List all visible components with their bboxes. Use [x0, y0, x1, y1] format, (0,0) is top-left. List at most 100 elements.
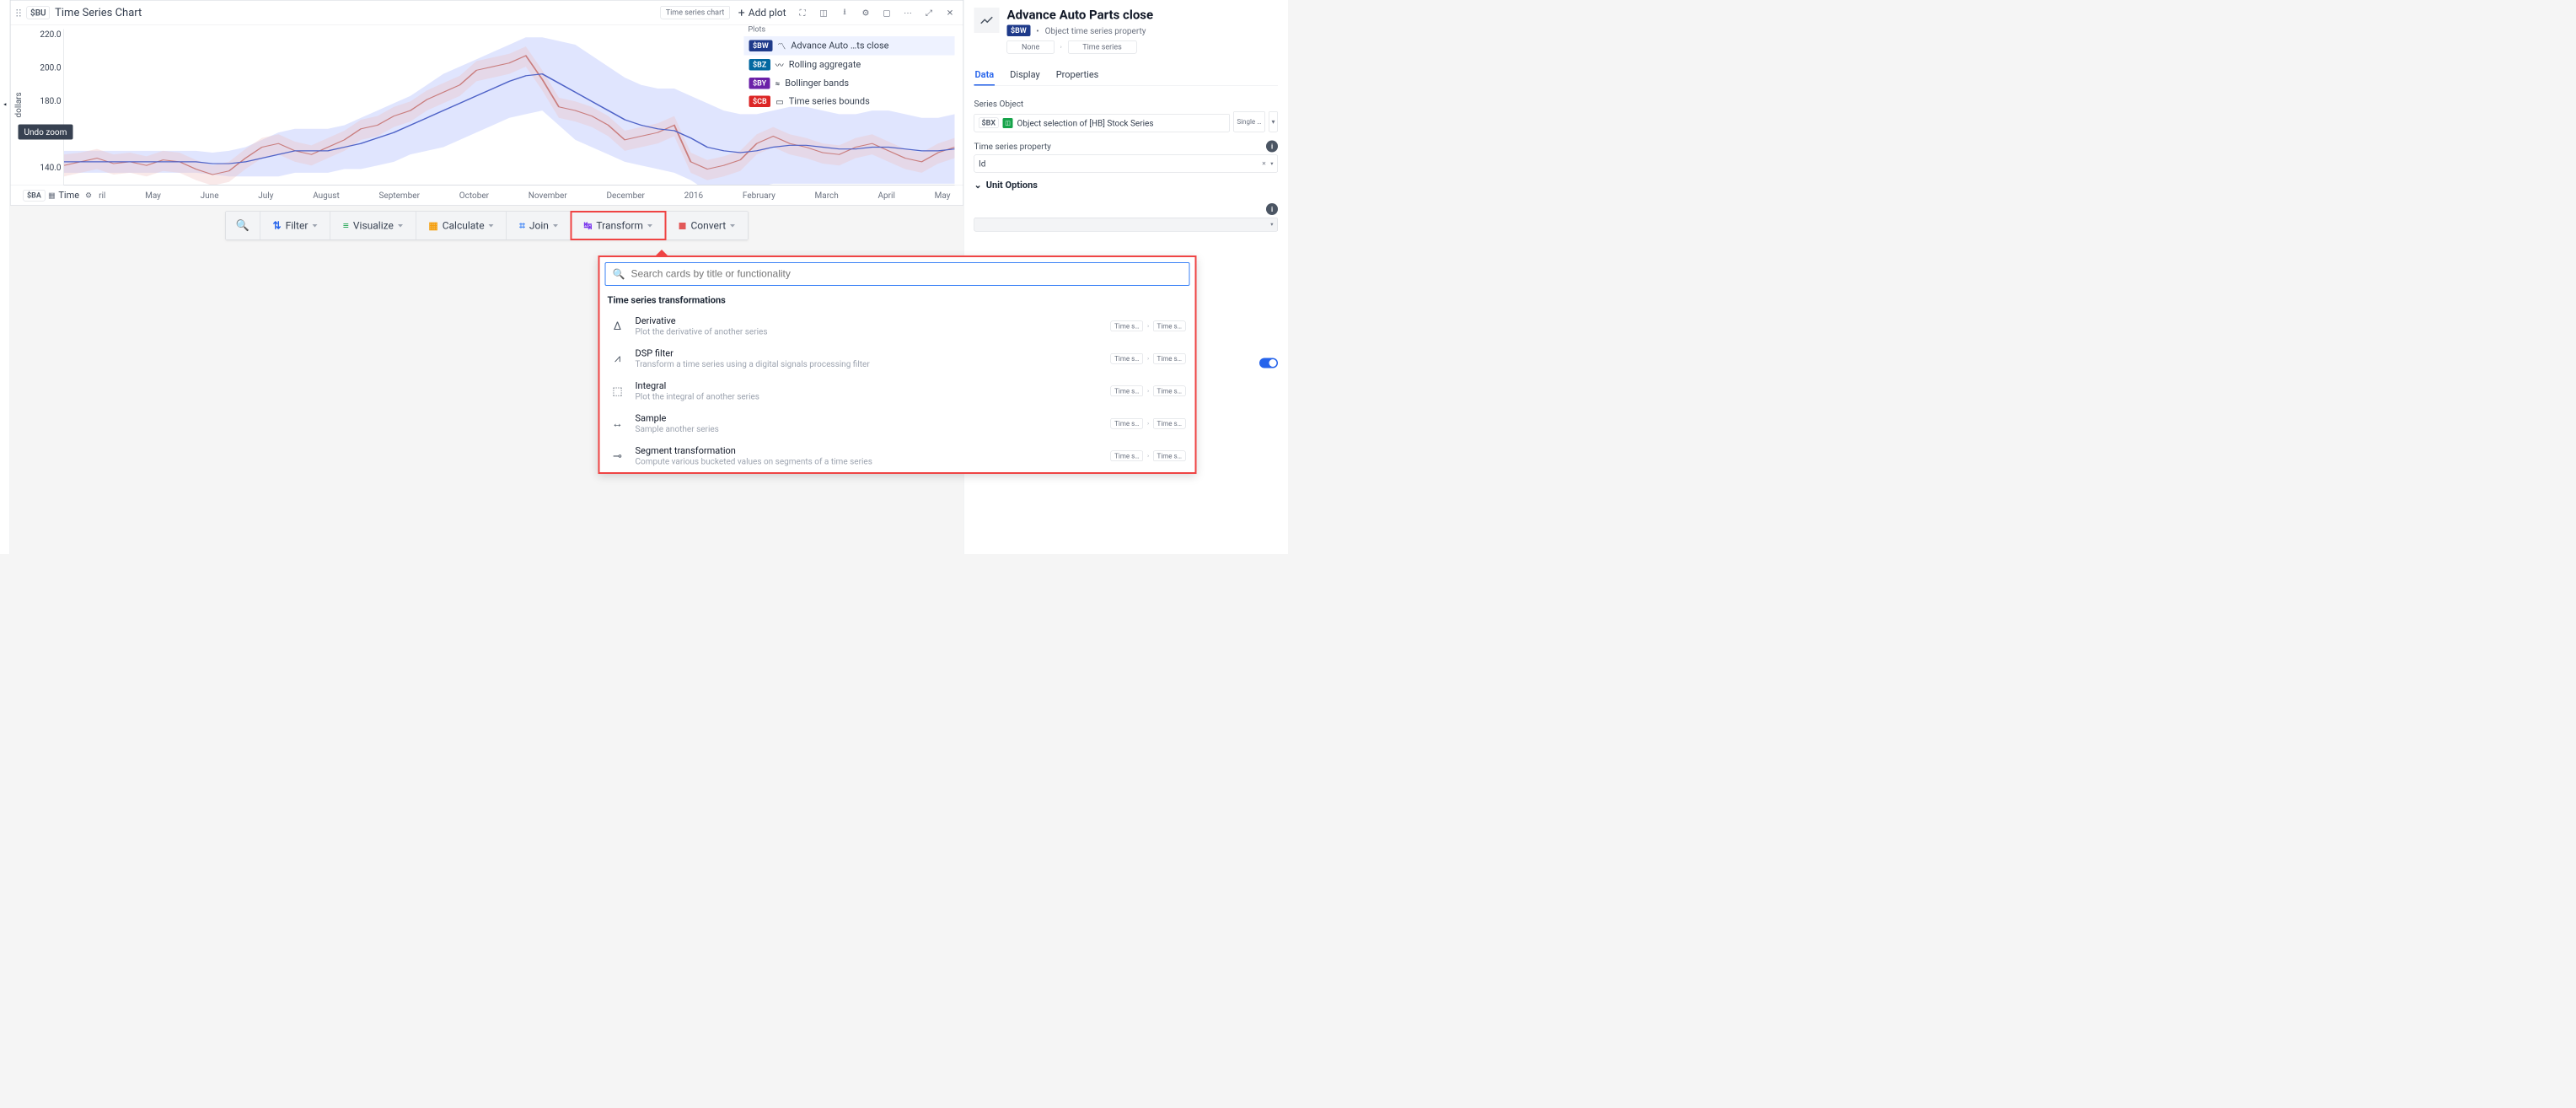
legend-var-tag: $BY	[749, 78, 770, 89]
unit-options-label: Unit Options	[986, 180, 1038, 191]
x-tick: February	[743, 191, 775, 201]
transform-option[interactable]: ⬚ Integral Plot the integral of another …	[600, 375, 1195, 408]
filter-icon: ⇅	[273, 220, 282, 232]
toolbar-label: Calculate	[443, 220, 485, 232]
legend-row[interactable]: $BZ 〰 Rolling aggregate	[744, 56, 955, 75]
x-tick: June	[201, 191, 219, 201]
plus-icon: +	[738, 6, 745, 20]
chevron-down-icon[interactable]: ▾	[1270, 160, 1273, 167]
unit-options-row[interactable]: ⌄ Unit Options	[974, 180, 1279, 191]
x-tick: August	[313, 191, 340, 201]
panel-var-tag[interactable]: $BU	[27, 6, 51, 19]
legend-label: Rolling aggregate	[789, 60, 861, 71]
rp-title: Advance Auto Parts close	[1007, 8, 1279, 23]
y-axis-label: dollars	[11, 25, 26, 186]
transform-option[interactable]: Δ Derivative Plot the derivative of anot…	[600, 310, 1195, 343]
x-tick: ril	[99, 191, 105, 201]
legend-row[interactable]: $CB ▭ Time series bounds	[744, 93, 955, 111]
toolbar-label: Convert	[690, 220, 726, 232]
toggle-switch[interactable]	[1259, 358, 1278, 368]
chevron-down-icon[interactable]: ▾	[1270, 222, 1273, 229]
transform-icon: ↔	[609, 417, 626, 431]
plots-legend: Plots $BW 〽 Advance Auto …ts close$BZ 〰 …	[744, 23, 955, 111]
action-toolbar: 🔍 ⇅ Filter ≡ Visualize ▦ Calculate ⌗ Joi…	[225, 212, 748, 240]
download-icon[interactable]: ⭳	[837, 4, 853, 20]
rp-tab-properties[interactable]: Properties	[1055, 66, 1100, 86]
io-tag: Time s…	[1153, 451, 1185, 462]
transform-title: DSP filter	[636, 348, 1102, 359]
transform-icon: ⊸	[609, 449, 626, 462]
add-plot-button[interactable]: + Add plot	[735, 4, 790, 22]
tsprop-field[interactable]: Id ✕ ▾	[974, 155, 1279, 173]
io-tag: Time s…	[1111, 386, 1143, 397]
rp-var-tag[interactable]: $BW	[1007, 25, 1031, 37]
rp-tab-display[interactable]: Display	[1009, 66, 1041, 86]
transform-desc: Plot the derivative of another series	[636, 326, 1102, 336]
toolbar-transform-button[interactable]: ↹ Transform	[571, 212, 665, 239]
pill-timeseries[interactable]: Time series	[1068, 40, 1137, 54]
transform-option[interactable]: ⩘ DSP filter Transform a time series usi…	[600, 342, 1195, 375]
io-tag: Time s…	[1111, 353, 1143, 364]
left-collapse-handle[interactable]: ◂	[0, 0, 10, 554]
transform-icon: Δ	[609, 320, 626, 332]
info-icon[interactable]: i	[1266, 203, 1278, 215]
calendar-icon[interactable]: ▦	[45, 187, 58, 203]
series-object-field[interactable]: $BX ◫ Object selection of [HB] Stock Ser…	[974, 114, 1230, 132]
clear-icon[interactable]: ✕	[1262, 160, 1266, 167]
toolbar-convert-button[interactable]: ≣ Convert	[665, 212, 748, 239]
toolbar-join-button[interactable]: ⌗ Join	[507, 212, 571, 239]
transform-title: Integral	[636, 381, 1102, 392]
chevron-right-icon: ›	[1147, 421, 1149, 428]
x-tick: May	[935, 191, 951, 201]
io-tag: Time s…	[1153, 321, 1185, 332]
collapsed-field[interactable]: ▾	[974, 218, 1279, 232]
toolbar-visualize-button[interactable]: ≡ Visualize	[330, 212, 416, 239]
transform-icon: ⩘	[609, 352, 626, 366]
io-tag: Time s…	[1153, 418, 1185, 429]
x-tick: December	[606, 191, 644, 201]
toolbar-calculate-button[interactable]: ▦ Calculate	[416, 212, 507, 239]
io-tag: Time s…	[1111, 321, 1143, 332]
gear-icon[interactable]: ⚙	[858, 4, 874, 20]
undo-zoom-tooltip: Undo zoom	[19, 125, 73, 140]
transform-desc: Transform a time series using a digital …	[636, 359, 1102, 369]
toolbar-filter-button[interactable]: ⇅ Filter	[260, 212, 330, 239]
drag-handle-icon[interactable]	[16, 8, 22, 17]
y-axis-ticks: 220.0200.0180.0160.0140.0	[26, 25, 64, 186]
more-icon[interactable]: ⋯	[900, 4, 916, 20]
chevron-down-icon	[312, 224, 317, 228]
tsprop-value: Id	[979, 159, 1258, 169]
toolbar-label: Visualize	[353, 220, 394, 232]
series-mode-caret[interactable]: ▾	[1269, 111, 1278, 132]
transform-desc: Sample another series	[636, 424, 1102, 434]
toolbar-search-button[interactable]: 🔍	[226, 212, 260, 239]
xaxis-gear-icon[interactable]: ⚙	[83, 187, 94, 203]
pill-none[interactable]: None	[1007, 40, 1055, 54]
info-icon[interactable]: i	[1266, 141, 1278, 153]
transform-option[interactable]: ↔ Sample Sample another series Time s… ›…	[600, 407, 1195, 440]
series-type-icon: ◫	[1003, 118, 1013, 128]
series-mode-chip[interactable]: Single …	[1233, 111, 1265, 132]
fit-icon[interactable]: ⛶	[795, 4, 811, 20]
panel-split-icon[interactable]: ◫	[816, 4, 832, 20]
present-icon[interactable]: ▢	[879, 4, 895, 20]
transform-icon: ↹	[583, 220, 592, 232]
io-tag: Time s…	[1153, 386, 1185, 397]
toolbar-label: Join	[529, 220, 549, 232]
legend-row[interactable]: $BW 〽 Advance Auto …ts close	[744, 36, 955, 56]
fullscreen-icon[interactable]: ⤢	[921, 4, 937, 20]
chart-type-chip[interactable]: Time series chart	[660, 6, 730, 19]
dropdown-search-input[interactable]	[631, 268, 1182, 280]
dropdown-search[interactable]: 🔍	[605, 262, 1190, 286]
legend-row[interactable]: $BY ≈ Bollinger bands	[744, 74, 955, 93]
legend-label: Advance Auto …ts close	[791, 40, 888, 51]
close-icon[interactable]: ✕	[942, 4, 958, 20]
x-tick: July	[258, 191, 273, 201]
chevron-down-icon	[398, 224, 403, 228]
rp-tabs: Data Display Properties	[974, 66, 1279, 87]
io-tag: Time s…	[1111, 451, 1143, 462]
rp-tab-data[interactable]: Data	[974, 66, 996, 86]
transform-option[interactable]: ⊸ Segment transformation Compute various…	[600, 440, 1195, 473]
xaxis-var-tag[interactable]: $BA	[24, 190, 46, 202]
y-tick: 220.0	[29, 30, 62, 40]
